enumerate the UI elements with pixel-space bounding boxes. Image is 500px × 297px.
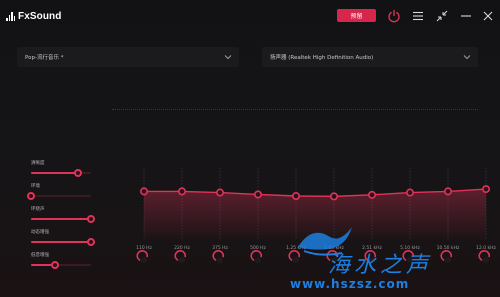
preset-value: Pop-流行音乐 *: [25, 55, 64, 61]
shrink-icon[interactable]: [435, 8, 449, 22]
effect-slider-fill: [31, 218, 91, 220]
eq-band-knob-center: [331, 257, 337, 263]
eq-band-label: 500 Hz: [250, 245, 266, 251]
effect-slider[interactable]: 环境: [27, 183, 101, 203]
equalizer-panel: 110 Hz 220 Hz 375 Hz 500 Hz 1.25 kHz 1.83 kHz…: [112, 150, 497, 275]
eq-band-label: 375 Hz: [212, 245, 228, 251]
effect-slider-knob[interactable]: [51, 261, 59, 269]
eq-band-handle[interactable]: [178, 187, 187, 196]
eq-band-knob-center: [217, 257, 223, 263]
guide-line: [112, 109, 478, 110]
effect-slider-fill: [31, 241, 91, 243]
close-icon[interactable]: [481, 8, 495, 22]
effect-slider-knob[interactable]: [87, 238, 95, 246]
eq-band-label: 1.25 kHz: [286, 245, 306, 251]
upgrade-button[interactable]: 预留: [337, 9, 376, 22]
effect-slider-label: 环绕声: [31, 207, 45, 212]
equalizer-graph: 110 Hz 220 Hz 375 Hz 500 Hz 1.25 kHz 1.83 kHz…: [136, 168, 497, 263]
eq-band-knob-center: [179, 257, 185, 263]
effect-slider-track[interactable]: [27, 192, 91, 200]
menu-icon[interactable]: [411, 8, 425, 22]
chevron-down-icon: [463, 53, 471, 61]
eq-band-handle[interactable]: [330, 192, 339, 201]
eq-band-label: 110 Hz: [136, 245, 152, 251]
effect-slider-knob[interactable]: [87, 215, 95, 223]
chevron-down-icon: [224, 53, 232, 61]
output-device-dropdown[interactable]: 扬声器 (Realtek High Definition Audio): [262, 47, 478, 67]
eq-band-knob-center: [369, 257, 375, 263]
eq-band-label: 12.0 kHz: [476, 245, 496, 251]
eq-band-handle[interactable]: [139, 187, 148, 196]
eq-band-knob-center: [445, 257, 451, 263]
device-value: 扬声器 (Realtek High Definition Audio): [270, 55, 374, 61]
eq-band-knob-center: [293, 257, 299, 263]
effect-slider-label: 环境: [31, 184, 40, 189]
title-bar: FxSound 预留: [0, 0, 500, 32]
effect-slider-label: 动态增强: [31, 230, 49, 235]
eq-band-knob-center: [141, 257, 147, 263]
effect-slider-track[interactable]: [31, 215, 95, 223]
effect-slider-track[interactable]: [31, 238, 95, 246]
effect-slider-fill: [31, 172, 78, 174]
effect-slider-track[interactable]: [31, 169, 91, 177]
power-icon[interactable]: [387, 8, 401, 23]
eq-band-label: 10.50 kHz: [437, 245, 460, 251]
eq-band-handle[interactable]: [292, 191, 301, 200]
eq-band-knob-center: [483, 257, 489, 263]
eq-band-label: 1.83 kHz: [324, 245, 344, 251]
effect-slider-track[interactable]: [31, 261, 91, 269]
watermark-url: www.hszsz.com: [290, 277, 410, 291]
effect-slider-label: 低音增强: [31, 253, 49, 258]
eq-band-knob-center: [407, 257, 413, 263]
eq-band-label: 2.51 kHz: [362, 245, 382, 251]
app-logo: FxSound: [6, 9, 61, 23]
eq-band-handle[interactable]: [481, 185, 490, 194]
effect-slider[interactable]: 环绕声: [31, 206, 101, 226]
eq-response-area: [144, 189, 486, 242]
fxsound-window: FxSound 预留 Pop-流行音乐 * 扬声器 (Realtek High …: [0, 0, 500, 297]
preset-dropdown[interactable]: Pop-流行音乐 *: [17, 47, 239, 67]
eq-band-label: 220 Hz: [174, 245, 190, 251]
eq-band-knob-center: [255, 257, 261, 263]
effect-slider-label: 清晰度: [31, 161, 45, 166]
app-name: FxSound: [18, 10, 62, 22]
effect-slider[interactable]: 动态增强: [31, 229, 101, 249]
eq-band-handle[interactable]: [443, 187, 452, 196]
eq-band-handle[interactable]: [216, 188, 225, 197]
effect-slider[interactable]: 低音增强: [31, 252, 101, 272]
effect-slider-knob[interactable]: [73, 169, 82, 177]
eq-band-label: 5.10 kHz: [400, 245, 420, 251]
eq-band-handle[interactable]: [367, 190, 376, 199]
eq-band-handle[interactable]: [254, 190, 263, 199]
minimize-icon[interactable]: [459, 8, 473, 22]
effect-slider-knob[interactable]: [27, 192, 35, 200]
fxsound-logo-icon: [6, 11, 15, 21]
eq-band-handle[interactable]: [405, 188, 414, 197]
effect-slider[interactable]: 清晰度: [31, 160, 101, 180]
